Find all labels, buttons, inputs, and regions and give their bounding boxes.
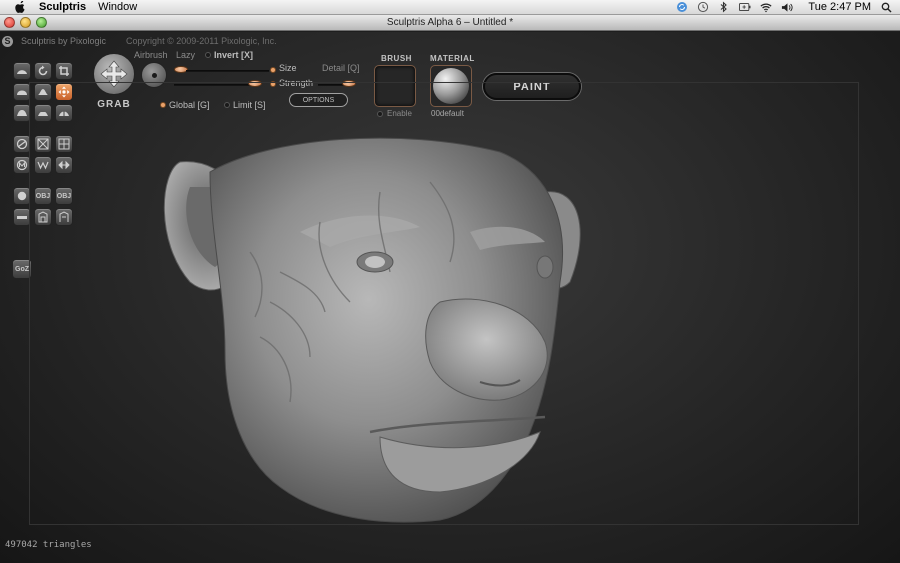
brand-bar: S Sculptris by Pixologic Copyright © 200… — [2, 34, 277, 48]
search-icon[interactable] — [880, 1, 892, 13]
wifi-icon[interactable] — [760, 1, 772, 13]
menu-status-area: Tue 2:47 PM — [676, 1, 900, 13]
sync-icon[interactable] — [676, 1, 688, 13]
apple-logo-icon[interactable] — [13, 1, 27, 14]
window-title-bar: Sculptris Alpha 6 – Untitled * — [0, 15, 900, 31]
draw-tool-button[interactable] — [13, 62, 31, 80]
invert-radio[interactable] — [205, 52, 211, 58]
brush-header: BRUSH — [381, 54, 412, 63]
mac-menu-bar: Sculptris Window Tue 2:47 PM — [0, 0, 900, 15]
rotate-tool-button[interactable] — [34, 62, 52, 80]
crop-tool-button[interactable] — [55, 62, 73, 80]
material-header: MATERIAL — [430, 54, 475, 63]
window-title: Sculptris Alpha 6 – Untitled * — [386, 17, 514, 28]
battery-icon[interactable] — [739, 1, 751, 13]
bluetooth-icon[interactable] — [718, 1, 730, 13]
size-label: Size — [279, 63, 297, 73]
airbrush-dot-icon — [151, 72, 157, 78]
sculpted-head-model[interactable] — [150, 132, 590, 527]
menu-app-name[interactable]: Sculptris — [39, 1, 86, 13]
triangle-count: 497042 triangles — [5, 540, 92, 550]
airbrush-label: Airbrush — [134, 50, 168, 60]
sculptris-app: S Sculptris by Pixologic Copyright © 200… — [0, 32, 900, 563]
lazy-label: Lazy — [176, 50, 196, 60]
menu-clock[interactable]: Tue 2:47 PM — [808, 1, 871, 13]
copyright-text: Copyright © 2009-2011 Pixologic, Inc. — [126, 36, 277, 46]
sculptris-logo-icon: S — [2, 35, 13, 47]
invert-label[interactable]: Invert [X] — [214, 50, 253, 60]
menu-window[interactable]: Window — [98, 1, 137, 13]
brand-name: Sculptris by Pixologic — [21, 36, 107, 46]
size-radio[interactable] — [270, 67, 276, 73]
time-machine-icon[interactable] — [697, 1, 709, 13]
size-slider[interactable] — [186, 70, 269, 72]
detail-label: Detail [Q] — [322, 63, 360, 73]
goz-label: GoZ — [15, 265, 29, 273]
volume-icon[interactable] — [781, 1, 793, 13]
